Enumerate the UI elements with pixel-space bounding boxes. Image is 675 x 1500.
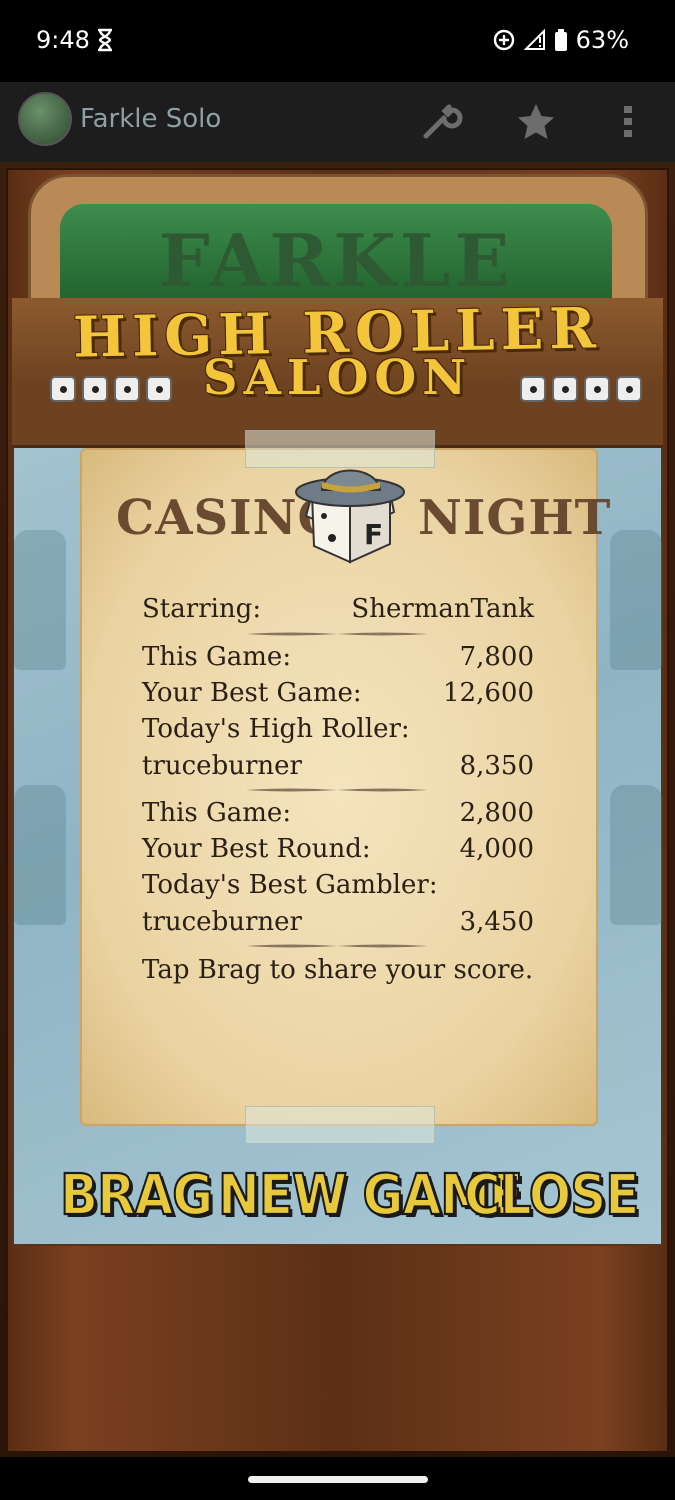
die-icon — [50, 376, 76, 402]
die-icon — [552, 376, 578, 402]
player-name: ShermanTank — [351, 594, 534, 624]
status-icons: 63% — [492, 26, 629, 54]
round-best-label: Your Best Round: — [142, 834, 371, 864]
dice-decoration-right — [520, 376, 642, 402]
round-this-value: 2,800 — [459, 798, 534, 828]
farkle-sign-title: FARKLE — [158, 218, 514, 303]
round-today-value: 3,450 — [459, 907, 534, 937]
round-today-label: Today's Best Gambler: — [142, 870, 438, 900]
star-icon[interactable] — [514, 100, 558, 144]
round-this-label: This Game: — [142, 798, 292, 828]
signal-icon — [523, 29, 545, 50]
die-icon — [146, 376, 172, 402]
hourglass-icon — [98, 28, 112, 52]
brag-button[interactable]: BRAG — [59, 1161, 214, 1231]
die-icon — [114, 376, 140, 402]
bottle-decoration — [14, 530, 66, 670]
gesture-nav-bar[interactable] — [248, 1476, 428, 1483]
bottle-decoration — [610, 530, 662, 670]
status-time: 9:48 — [36, 26, 90, 54]
night-label: NIGHT — [418, 490, 612, 546]
game-today-value: 8,350 — [459, 751, 534, 781]
die-icon — [82, 376, 108, 402]
game-this-label: This Game: — [142, 642, 292, 672]
close-button[interactable]: CLOSE — [463, 1161, 640, 1231]
bottle-decoration — [14, 785, 66, 925]
tape-bottom — [245, 1106, 435, 1144]
game-best-value: 12,600 — [443, 678, 534, 708]
round-best-value: 4,000 — [459, 834, 534, 864]
bottle-decoration — [610, 785, 662, 925]
game-today-name: truceburner — [142, 751, 302, 781]
app-bar: Farkle Solo — [0, 82, 675, 162]
status-bar: 9:48 63% — [0, 0, 675, 82]
die-icon — [584, 376, 610, 402]
dice-decoration-left — [50, 376, 172, 402]
hat-die-icon: F — [295, 469, 405, 564]
battery-icon — [554, 29, 567, 51]
divider — [246, 944, 428, 948]
die-icon — [616, 376, 642, 402]
divider — [246, 788, 428, 792]
round-today-name: truceburner — [142, 907, 302, 937]
more-vert-icon[interactable] — [606, 100, 650, 144]
divider — [246, 632, 428, 636]
app-logo — [18, 92, 72, 146]
share-hint: Tap Brag to share your score. — [142, 955, 534, 985]
game-today-label: Today's High Roller: — [142, 714, 410, 744]
data-saver-icon — [493, 29, 514, 51]
battery-percent: 63% — [575, 26, 629, 54]
game-best-label: Your Best Game: — [142, 678, 362, 708]
wrench-icon[interactable] — [420, 100, 464, 144]
starring-label: Starring: — [142, 594, 262, 624]
game-this-value: 7,800 — [459, 642, 534, 672]
die-letter: F — [364, 518, 383, 551]
die-icon — [520, 376, 546, 402]
app-title: Farkle Solo — [80, 104, 222, 134]
